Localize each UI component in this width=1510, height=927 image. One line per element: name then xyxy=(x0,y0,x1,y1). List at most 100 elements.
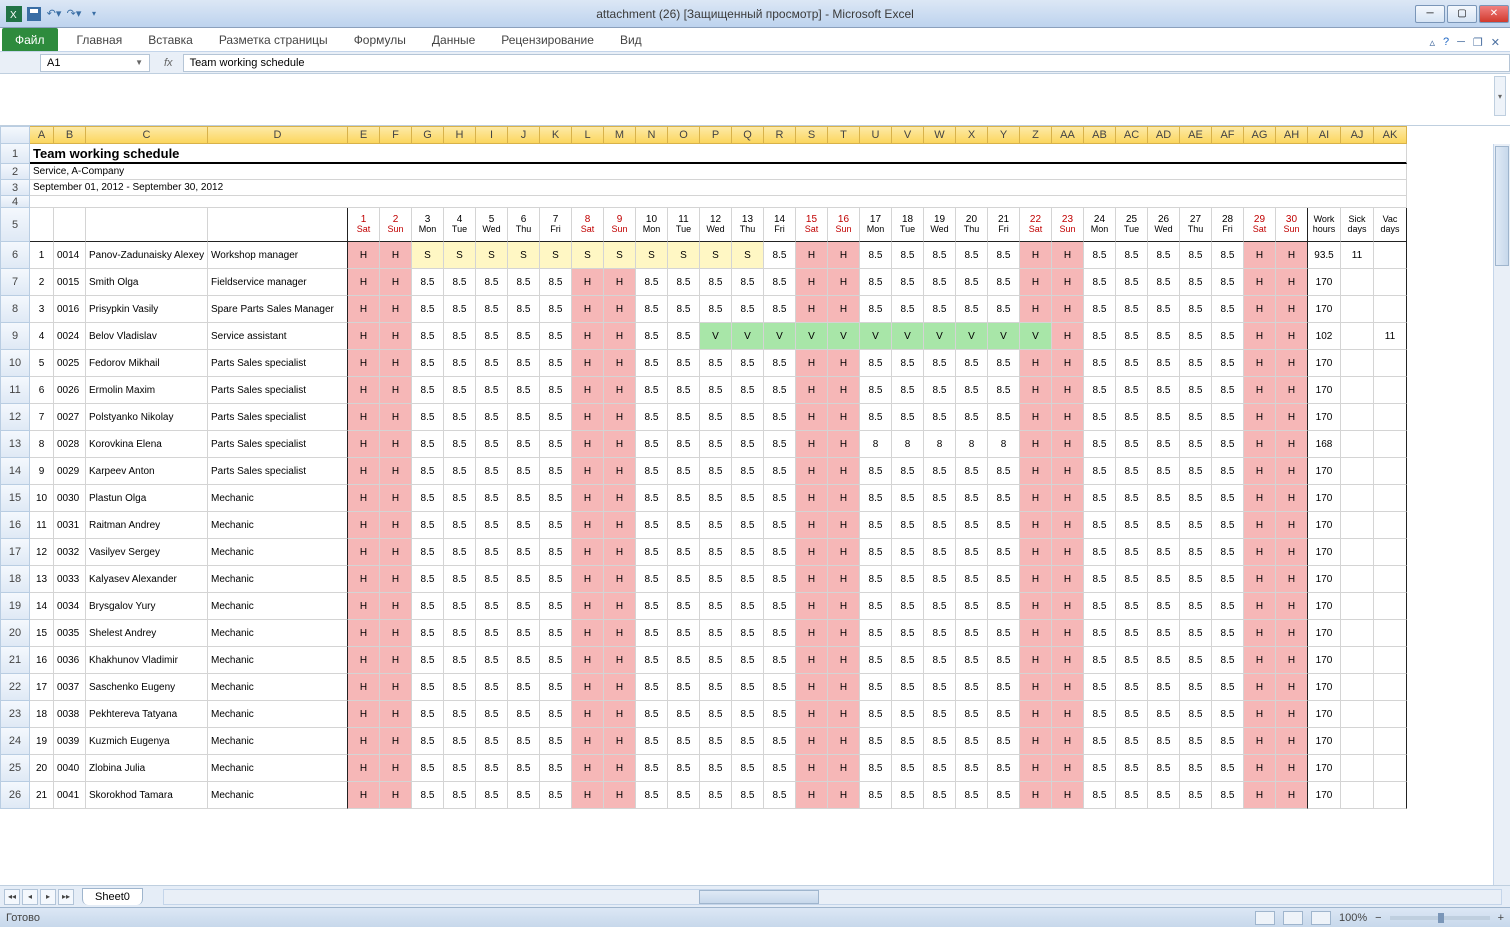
cell[interactable]: 8.5 xyxy=(444,647,476,674)
cell[interactable]: 9 xyxy=(30,458,54,485)
cell[interactable] xyxy=(30,196,1407,208)
cell[interactable]: 0027 xyxy=(54,404,86,431)
cell[interactable]: 170 xyxy=(1308,269,1341,296)
cell[interactable]: 8.5 xyxy=(508,620,540,647)
col-header-F[interactable]: F xyxy=(380,126,412,144)
cell[interactable]: 8.5 xyxy=(956,728,988,755)
cell[interactable]: H xyxy=(1052,485,1084,512)
cell[interactable]: 8.5 xyxy=(1084,647,1116,674)
cell[interactable]: Khakhunov Vladimir xyxy=(86,647,208,674)
cell[interactable] xyxy=(1374,512,1407,539)
cell[interactable]: Parts Sales specialist xyxy=(208,404,348,431)
cell[interactable]: H xyxy=(1276,674,1308,701)
cell[interactable] xyxy=(1341,458,1374,485)
day-header[interactable]: 4Tue xyxy=(444,208,476,242)
cell[interactable]: Panov-Zadunaisky Alexey xyxy=(86,242,208,269)
cell[interactable]: H xyxy=(796,728,828,755)
cell[interactable]: 8.5 xyxy=(636,350,668,377)
day-header[interactable]: 28Fri xyxy=(1212,208,1244,242)
cell[interactable]: 8.5 xyxy=(1148,755,1180,782)
cell[interactable]: 0037 xyxy=(54,674,86,701)
cell[interactable]: Belov Vladislav xyxy=(86,323,208,350)
cell[interactable]: V xyxy=(892,323,924,350)
cell[interactable]: 8.5 xyxy=(1084,350,1116,377)
cell[interactable]: H xyxy=(348,242,380,269)
cell[interactable]: 8.5 xyxy=(924,674,956,701)
minimize-button[interactable]: ─ xyxy=(1415,5,1445,23)
cell[interactable]: 8.5 xyxy=(764,620,796,647)
cell[interactable]: H xyxy=(572,647,604,674)
cell[interactable]: 8.5 xyxy=(1116,701,1148,728)
cell[interactable]: 170 xyxy=(1308,350,1341,377)
cell[interactable]: 8.5 xyxy=(1084,539,1116,566)
cell[interactable]: S xyxy=(700,242,732,269)
cell[interactable]: 8.5 xyxy=(764,350,796,377)
cell[interactable]: 8.5 xyxy=(412,701,444,728)
row-header-16[interactable]: 16 xyxy=(0,512,30,539)
col-header-C[interactable]: C xyxy=(86,126,208,144)
cell[interactable]: 8.5 xyxy=(1148,728,1180,755)
cell[interactable]: 8.5 xyxy=(444,485,476,512)
cell[interactable]: 8.5 xyxy=(412,269,444,296)
cell[interactable]: 8.5 xyxy=(924,620,956,647)
cell[interactable]: H xyxy=(1020,377,1052,404)
cell[interactable]: Mechanic xyxy=(208,647,348,674)
cell[interactable] xyxy=(1341,431,1374,458)
cell[interactable]: 8.5 xyxy=(540,350,572,377)
cell[interactable]: 8.5 xyxy=(1116,269,1148,296)
cell[interactable]: 8.5 xyxy=(700,620,732,647)
cell[interactable]: 8.5 xyxy=(1148,323,1180,350)
cell[interactable]: 8.5 xyxy=(1180,620,1212,647)
cell[interactable]: 8.5 xyxy=(764,377,796,404)
cell[interactable]: 8.5 xyxy=(508,701,540,728)
cell[interactable]: 18 xyxy=(30,701,54,728)
cell[interactable]: H xyxy=(1244,755,1276,782)
cell[interactable]: H xyxy=(1052,701,1084,728)
cell[interactable]: H xyxy=(380,296,412,323)
cell[interactable]: 8.5 xyxy=(508,647,540,674)
sheet-nav-last[interactable]: ▸▸ xyxy=(58,889,74,905)
cell[interactable]: 8.5 xyxy=(764,485,796,512)
cell[interactable]: 8.5 xyxy=(988,647,1020,674)
col-header-S[interactable]: S xyxy=(796,126,828,144)
cell[interactable]: H xyxy=(348,539,380,566)
row-header-20[interactable]: 20 xyxy=(0,620,30,647)
day-header[interactable]: 20Thu xyxy=(956,208,988,242)
cell[interactable]: 8.5 xyxy=(988,458,1020,485)
cell[interactable]: Team working schedule xyxy=(30,144,1407,164)
cell[interactable]: H xyxy=(1244,485,1276,512)
close-button[interactable]: ✕ xyxy=(1479,5,1509,23)
cell[interactable]: 8.5 xyxy=(860,377,892,404)
cell[interactable]: 8.5 xyxy=(1212,269,1244,296)
view-normal-button[interactable] xyxy=(1255,911,1275,925)
cell[interactable]: 8.5 xyxy=(764,566,796,593)
cell[interactable]: 8.5 xyxy=(444,728,476,755)
cell[interactable]: H xyxy=(828,269,860,296)
row-header-6[interactable]: 6 xyxy=(0,242,30,269)
cell[interactable]: 0032 xyxy=(54,539,86,566)
cell[interactable] xyxy=(1374,242,1407,269)
cell[interactable]: 8.5 xyxy=(476,782,508,809)
cell[interactable]: Workshop manager xyxy=(208,242,348,269)
cell[interactable]: 8.5 xyxy=(476,620,508,647)
row-header-4[interactable]: 4 xyxy=(0,196,30,208)
cell[interactable]: 8.5 xyxy=(860,512,892,539)
row-header-7[interactable]: 7 xyxy=(0,269,30,296)
cell[interactable]: 8.5 xyxy=(444,296,476,323)
cell[interactable]: 8.5 xyxy=(1148,701,1180,728)
cell[interactable]: 8.5 xyxy=(764,242,796,269)
cell[interactable]: 8.5 xyxy=(956,620,988,647)
cell[interactable]: 8.5 xyxy=(476,296,508,323)
cell[interactable]: 8.5 xyxy=(956,269,988,296)
cell[interactable]: 8.5 xyxy=(476,701,508,728)
cell[interactable]: Raitman Andrey xyxy=(86,512,208,539)
cell[interactable]: 8.5 xyxy=(444,512,476,539)
cell[interactable]: H xyxy=(1052,620,1084,647)
cell[interactable] xyxy=(1341,782,1374,809)
cell[interactable]: 8.5 xyxy=(1148,404,1180,431)
cell[interactable]: 8.5 xyxy=(1148,593,1180,620)
cell[interactable]: 8.5 xyxy=(636,620,668,647)
cell[interactable]: H xyxy=(1052,431,1084,458)
cell[interactable]: 8.5 xyxy=(892,458,924,485)
cell[interactable]: 8.5 xyxy=(1116,755,1148,782)
